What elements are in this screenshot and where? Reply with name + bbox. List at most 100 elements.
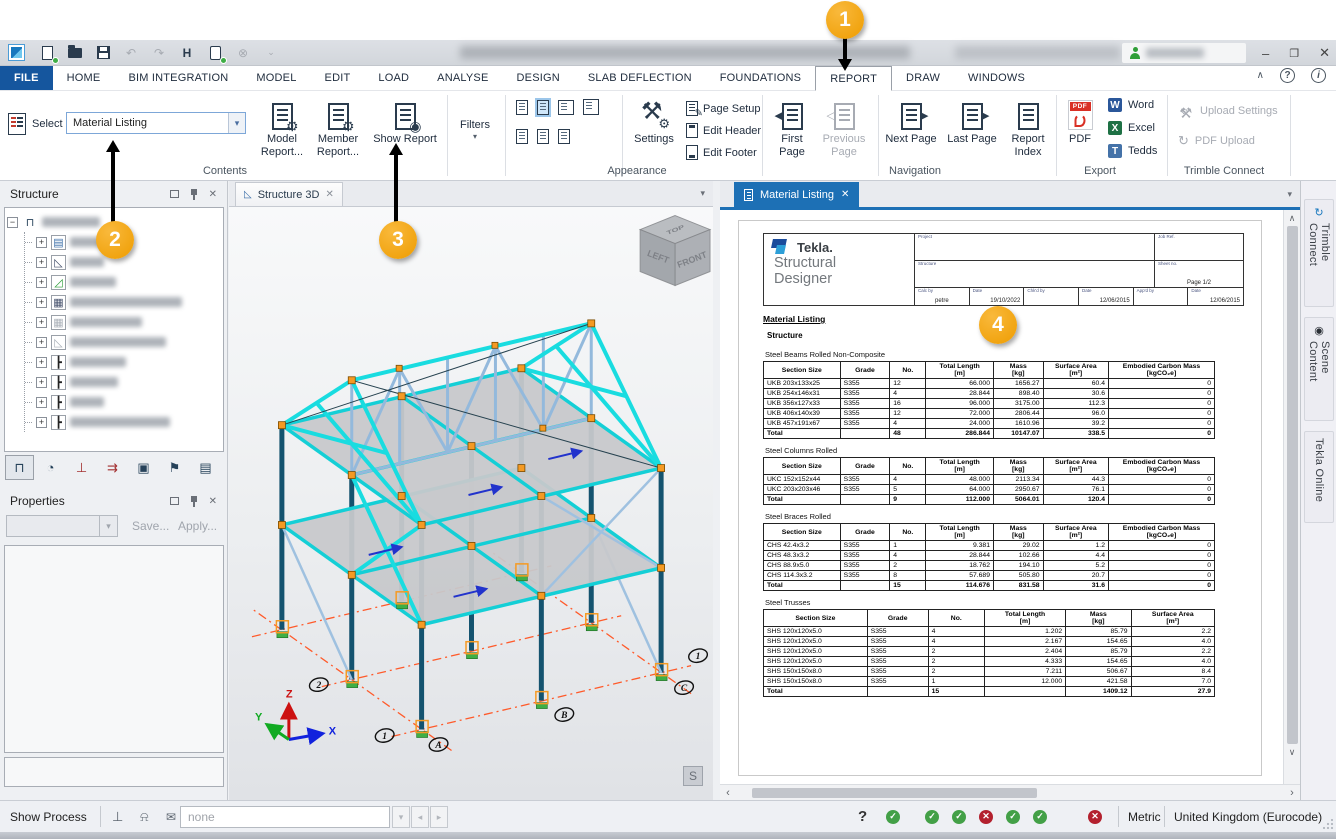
member-report-button[interactable]: ⚙ Member Report... xyxy=(312,96,364,158)
chevron-down-icon[interactable]: ▾ xyxy=(392,806,410,828)
ribbon-tab-bim-integration[interactable]: BIM INTEGRATION xyxy=(114,66,242,90)
export-pdf-button[interactable]: PDF PDF xyxy=(1062,96,1098,146)
tree-item-node-group[interactable]: +┣ xyxy=(25,372,221,392)
info-icon[interactable]: i xyxy=(1311,68,1326,83)
filters-button[interactable]: Filters ▾ xyxy=(452,119,498,141)
collapse-icon[interactable]: − xyxy=(7,217,18,228)
save-button[interactable] xyxy=(95,45,111,61)
scrollbar-thumb[interactable] xyxy=(1287,226,1298,744)
close-button[interactable]: ✕ xyxy=(1319,45,1330,61)
continuous-view-icon[interactable] xyxy=(537,100,549,115)
process-combobox[interactable]: none xyxy=(180,806,390,828)
close-panel-icon[interactable]: ✕ xyxy=(209,189,217,200)
message-icon[interactable]: ✉ xyxy=(166,801,176,832)
status-ok-icon[interactable]: ✓ xyxy=(952,810,966,824)
minimize-button[interactable]: – xyxy=(1262,46,1269,61)
toolbar-options-icon[interactable]: ⌄ xyxy=(263,45,279,61)
status-ok-icon[interactable]: ✓ xyxy=(1033,810,1047,824)
help-status-icon[interactable]: ? xyxy=(858,801,867,832)
show-report-button[interactable]: ◉ Show Report xyxy=(370,96,440,146)
expand-icon[interactable]: + xyxy=(36,277,47,288)
edit-footer-button[interactable]: Edit Footer xyxy=(686,145,757,160)
ribbon-tab-edit[interactable]: EDIT xyxy=(311,66,365,90)
tree-item-node-group[interactable]: +┣ xyxy=(25,412,221,432)
ribbon-tab-analyse[interactable]: ANALYSE xyxy=(423,66,502,90)
tab-structure-3d[interactable]: ◺ Structure 3D ✕ xyxy=(235,182,343,206)
close-model-button[interactable]: ⊗ xyxy=(235,45,251,61)
report-select-combobox[interactable]: Material Listing ▾ xyxy=(66,112,246,134)
chevron-down-icon[interactable]: ▾ xyxy=(228,113,245,133)
export-excel-button[interactable]: X Excel xyxy=(1108,121,1155,135)
ribbon-tab-load[interactable]: LOAD xyxy=(364,66,423,90)
two-page-view-icon[interactable] xyxy=(558,100,574,115)
units-status[interactable]: Metric xyxy=(1128,801,1161,832)
next-page-button[interactable]: ▶ Next Page xyxy=(882,96,940,146)
wind-view-button[interactable]: ◔ xyxy=(36,455,65,480)
snapshot-button[interactable]: S xyxy=(683,766,703,786)
design-code-status[interactable]: United Kingdom (Eurocode) xyxy=(1174,801,1322,832)
tab-material-listing[interactable]: Material Listing ✕ xyxy=(734,182,859,207)
chevron-down-icon[interactable]: ▾ xyxy=(1287,189,1292,200)
frame-tool-icon[interactable]: ⊥ xyxy=(112,801,123,832)
tree-item-frames[interactable]: +◿ xyxy=(25,272,221,292)
ribbon-tab-draw[interactable]: DRAW xyxy=(892,66,954,90)
maximize-panel-icon[interactable] xyxy=(170,190,179,198)
close-panel-icon[interactable]: ✕ xyxy=(209,496,217,507)
validate-view-button[interactable]: ▣ xyxy=(129,455,158,480)
ribbon-tab-windows[interactable]: WINDOWS xyxy=(954,66,1039,90)
ribbon-tab-home[interactable]: HOME xyxy=(53,66,115,90)
maximize-panel-icon[interactable] xyxy=(170,497,179,505)
help-icon[interactable]: ? xyxy=(1280,68,1295,83)
export-word-button[interactable]: W Word xyxy=(1108,98,1154,112)
new-file-button[interactable] xyxy=(39,45,55,61)
properties-apply-button[interactable]: Apply... xyxy=(178,519,217,533)
user-account-badge[interactable] xyxy=(1122,43,1246,63)
horizontal-scrollbar[interactable]: ‹ › xyxy=(720,784,1300,800)
sidebar-tab-tekla-online[interactable]: Tekla Online xyxy=(1304,431,1334,523)
show-process-button[interactable]: Show Process xyxy=(10,801,87,832)
pdf-upload-button[interactable]: ↻ PDF Upload xyxy=(1178,133,1255,149)
vertical-scrollbar[interactable]: ∧ ∨ xyxy=(1283,210,1300,784)
status-ok-icon[interactable]: ✓ xyxy=(886,810,900,824)
expand-icon[interactable]: + xyxy=(36,397,47,408)
expand-icon[interactable]: + xyxy=(36,377,47,388)
resize-grip[interactable] xyxy=(1323,819,1333,829)
page-setup-button[interactable]: Page Setup xyxy=(686,101,761,116)
ribbon-tab-report[interactable]: REPORT xyxy=(815,66,892,91)
ribbon-tab-file[interactable]: FILE xyxy=(0,66,53,90)
frame-flag-tool-icon[interactable]: ⍾ xyxy=(140,801,149,832)
status-ok-icon[interactable]: ✓ xyxy=(1006,810,1020,824)
scroll-down-icon[interactable]: ∨ xyxy=(1284,744,1300,760)
expand-icon[interactable]: + xyxy=(36,337,47,348)
validate-button[interactable] xyxy=(207,45,223,61)
status-error-icon[interactable]: ✕ xyxy=(979,810,993,824)
tree-item-node-group[interactable]: +┣ xyxy=(25,392,221,412)
edit-header-button[interactable]: Edit Header xyxy=(686,123,761,138)
report-view-button[interactable]: ▤ xyxy=(191,455,220,480)
scroll-left-icon[interactable]: ‹ xyxy=(720,787,736,799)
expand-icon[interactable]: + xyxy=(36,417,47,428)
tree-item-grid[interactable]: +▦ xyxy=(25,292,221,312)
settings-button[interactable]: Settings xyxy=(628,96,680,146)
single-page-view-icon[interactable] xyxy=(516,100,528,115)
expand-icon[interactable]: + xyxy=(36,317,47,328)
properties-grid[interactable] xyxy=(4,545,224,753)
open-button[interactable] xyxy=(67,45,83,61)
report-index-button[interactable]: Report Index xyxy=(1006,96,1050,158)
status-error-icon[interactable]: ✕ xyxy=(1088,810,1102,824)
find-icon[interactable]: H xyxy=(179,45,195,61)
ribbon-tab-model[interactable]: MODEL xyxy=(242,66,310,90)
ribbon-tab-slab-deflection[interactable]: SLAB DEFLECTION xyxy=(574,66,706,90)
zoom-page-icon[interactable] xyxy=(516,129,528,144)
ribbon-tab-design[interactable]: DESIGN xyxy=(503,66,574,90)
sidebar-tab-trimble-connect[interactable]: ↻ Trimble Connect xyxy=(1304,199,1334,307)
scrollbar-thumb[interactable] xyxy=(752,788,1037,798)
expand-icon[interactable]: + xyxy=(36,237,47,248)
pin-icon[interactable] xyxy=(190,189,198,200)
status-flag-button[interactable]: ⚑ xyxy=(160,455,189,480)
upload-settings-button[interactable]: Upload Settings xyxy=(1178,103,1278,119)
close-tab-icon[interactable]: ✕ xyxy=(841,189,849,200)
grid-view-icon[interactable] xyxy=(583,99,599,115)
scroll-right-icon[interactable]: › xyxy=(1284,787,1300,799)
loading-view-button[interactable]: ⇉ xyxy=(98,455,127,480)
